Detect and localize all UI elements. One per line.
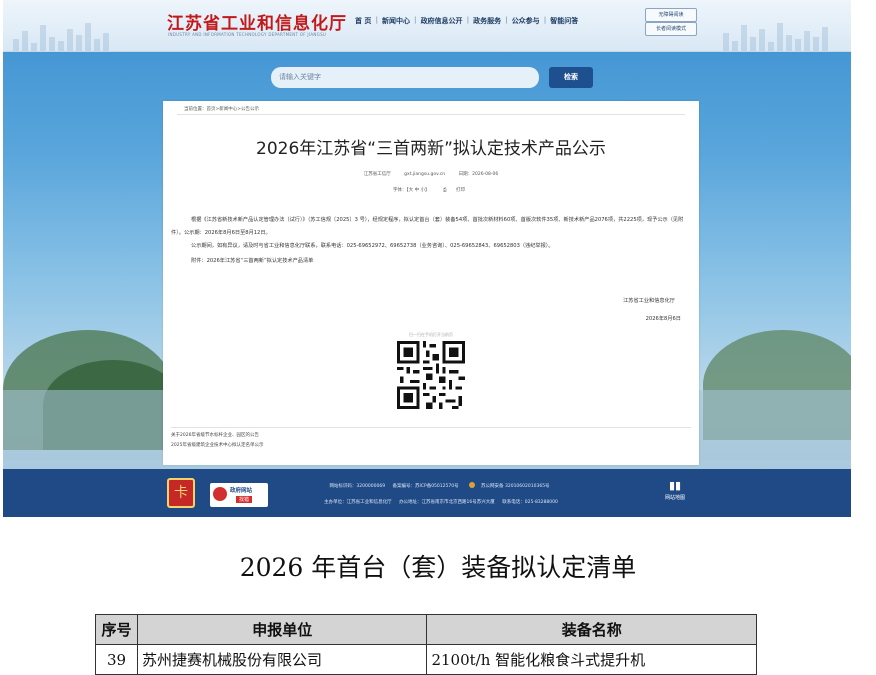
nav-gov-info[interactable]: 政府信息公开 xyxy=(417,16,467,26)
qr-code xyxy=(397,341,465,409)
column-header: 装备名称 xyxy=(426,614,757,645)
search-button[interactable]: 检索 xyxy=(549,67,593,88)
skyline-decor-right xyxy=(723,21,828,51)
divider xyxy=(177,114,685,115)
table-row: 39 苏州捷赛机械股份有限公司 2100t/h 智能化粮食斗式提升机 xyxy=(95,644,757,675)
nav-smart-qa[interactable]: 智能问答 xyxy=(546,16,582,26)
cell-index: 39 xyxy=(95,644,138,675)
table-header-row: 序号 申报单位 装备名称 xyxy=(95,614,757,645)
signature-org: 江苏省工业和信息化厅 xyxy=(623,298,675,304)
phone: 联系电话：025-83288000 xyxy=(502,500,558,505)
cell-company: 苏州捷赛机械股份有限公司 xyxy=(136,644,428,675)
site-header: 江苏省工业和信息化厅 INDUSTRY AND INFORMATION TECH… xyxy=(3,0,851,52)
nav-services[interactable]: 政务服务 xyxy=(469,16,505,26)
article-card: 当前位置：首页>新闻中心>公告公示 2026年江苏省“三首两新”拟认定技术产品公… xyxy=(163,101,699,465)
nav-public-participation[interactable]: 公众参与 xyxy=(508,16,544,26)
divider xyxy=(171,427,691,428)
site-logo-english: INDUSTRY AND INFORMATION TECHNOLOGY DEPA… xyxy=(168,32,327,37)
sitemap-button[interactable]: ▮▮ 网站地图 xyxy=(655,478,695,510)
article-meta: 江苏省工信厅 gxt.jiangsu.gov.cn 日期：2026-08-06 xyxy=(163,171,699,177)
column-header: 序号 xyxy=(95,614,138,645)
nav-home[interactable]: 首 页 xyxy=(351,16,375,26)
sitemap-icon: ▮▮ xyxy=(668,479,682,492)
accessible-reading-button[interactable]: 无障碍阅读 xyxy=(645,8,697,22)
cell-equipment: 2100t/h 智能化粮食斗式提升机 xyxy=(426,644,757,675)
skyline-decor-left xyxy=(13,21,109,51)
footer-line: 网站标识码：3200000069 备案编号：苏ICP备05012570号 苏公网… xyxy=(3,482,851,489)
print-icon: ⎙ xyxy=(443,188,447,193)
elder-mode-button[interactable]: 长者阅读模式 xyxy=(645,22,697,36)
sponsor: 主办单位：江苏省工业和信息化厅 xyxy=(324,500,392,505)
breadcrumb[interactable]: 当前位置：首页>新闻中心>公告公示 xyxy=(184,106,259,112)
site-id: 网站标识码：3200000069 xyxy=(329,483,386,489)
article-paragraph: 公示期间，如有异议，请及时与省工业和信息化厅联系，联系电话：025-696529… xyxy=(191,243,554,249)
main-nav: 首 页 | 新闻中心 | 政府信息公开 | 政务服务 | 公众参与 | 智能问答 xyxy=(351,16,582,26)
column-header: 申报单位 xyxy=(136,614,428,645)
search-input[interactable]: 请输入关键字 xyxy=(271,67,539,88)
police-record[interactable]: 苏公网安备 32010602010365号 xyxy=(466,482,553,489)
qr-caption: 扫一扫在手机打开当前页 xyxy=(409,332,453,337)
article-date: 日期：2026-08-06 xyxy=(458,172,499,177)
signature-date: 2026年8月6日 xyxy=(645,316,681,322)
screenshot-frame: 江苏省工业和信息化厅 INDUSTRY AND INFORMATION TECH… xyxy=(3,0,851,517)
article-source: 江苏省工信厅 xyxy=(363,172,391,177)
related-link[interactable]: 2025年省级建筑企业技术中心拟认定名单公示 xyxy=(171,442,263,448)
related-link[interactable]: 关于2026年省级节水标杆企业、园区的公告 xyxy=(171,432,259,438)
site-footer xyxy=(3,469,851,517)
nav-news[interactable]: 新闻中心 xyxy=(378,16,414,26)
attachment-link[interactable]: 附件：2026年江苏省“三首两新”拟认定技术产品清单 xyxy=(171,255,689,268)
sitemap-label: 网站地图 xyxy=(664,495,685,501)
icp-record[interactable]: 备案编号：苏ICP备05012570号 xyxy=(393,484,459,489)
print-button[interactable]: ⎙ 打印 xyxy=(439,188,469,193)
footer-line: 主办单位：江苏省工业和信息化厅 办公地址：江苏省南京市北京西路16号苏兴大厦 联… xyxy=(3,499,851,505)
article-tools: 字体：【大 中 小】 ⎙ 打印 xyxy=(163,187,699,193)
list-title: 2026 年首台（套）装备拟认定清单 xyxy=(239,553,637,582)
police-badge-icon xyxy=(469,482,476,488)
site-logo[interactable]: 江苏省工业和信息化厅 xyxy=(167,9,347,34)
font-size-switch[interactable]: 字体：【大 中 小】 xyxy=(393,188,430,193)
address: 办公地址：江苏省南京市北京西路16号苏兴大厦 xyxy=(399,500,495,505)
article-paragraph: 根据《江苏省新技术新产品认定管理办法（试行）》（苏工信规〔2025〕3 号），经… xyxy=(171,217,684,236)
article-title: 2026年江苏省“三首两新”拟认定技术产品公示 xyxy=(256,139,606,159)
article-url: gxt.jiangsu.gov.cn xyxy=(404,172,446,177)
article-body: 根据《江苏省新技术新产品认定管理办法（试行）》（苏工信规〔2025〕3 号），经… xyxy=(171,214,689,268)
equipment-table: 序号 申报单位 装备名称 39 苏州捷赛机械股份有限公司 2100t/h 智能化… xyxy=(95,614,757,675)
